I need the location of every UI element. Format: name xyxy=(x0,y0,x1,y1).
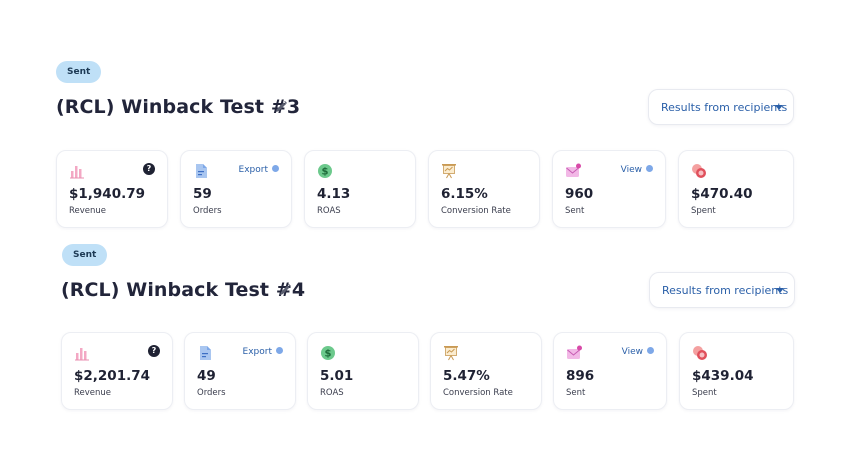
mail-icon xyxy=(567,345,582,359)
metric-card-roas: $ 5.01 ROAS xyxy=(307,332,419,410)
chevron-down-icon xyxy=(776,288,784,293)
status-badge: Sent xyxy=(56,61,102,83)
dollar-coin-icon: $ xyxy=(318,164,332,178)
external-link-icon xyxy=(276,347,283,354)
metric-card-revenue: ? $1,940.79 Revenue xyxy=(56,150,168,228)
presentation-icon xyxy=(442,164,456,179)
export-label: Export xyxy=(242,347,272,357)
svg-text:$: $ xyxy=(325,349,332,360)
document-icon xyxy=(200,346,211,360)
chevron-down-icon xyxy=(775,105,783,110)
export-link[interactable]: Export xyxy=(239,165,279,175)
campaign-title: (RCL) Winback Test #4 xyxy=(61,279,306,301)
metric-value: 49 xyxy=(197,368,216,384)
metric-card-sent: View 960 Sent xyxy=(552,150,666,228)
metric-card-orders: Export 49 Orders xyxy=(184,332,296,410)
metric-card-conversion-rate: 5.47% Conversion Rate xyxy=(430,332,542,410)
metric-card-sent: View 896 Sent xyxy=(553,332,667,410)
dollar-coin-icon: $ xyxy=(321,346,335,360)
metric-value: 6.15% xyxy=(441,186,488,202)
metric-label: Orders xyxy=(193,206,222,216)
bar-chart-icon xyxy=(75,348,89,361)
metric-label: Conversion Rate xyxy=(443,388,513,398)
metric-label: Revenue xyxy=(74,388,112,398)
metric-label: Sent xyxy=(565,206,585,216)
help-icon[interactable]: ? xyxy=(143,163,155,175)
document-icon xyxy=(196,164,207,178)
results-filter-dropdown[interactable]: Results from recipients xyxy=(648,89,794,125)
results-filter-label: Results from recipients xyxy=(662,284,789,297)
view-label: View xyxy=(621,347,643,357)
help-icon[interactable]: ? xyxy=(148,345,160,357)
metric-label: Orders xyxy=(197,388,226,398)
metric-value: 5.47% xyxy=(443,368,490,384)
edit-pencil-icon[interactable] xyxy=(274,100,288,114)
coins-icon xyxy=(693,346,707,360)
external-link-icon xyxy=(646,165,653,172)
external-link-icon xyxy=(272,165,279,172)
metric-card-spent: $439.04 Spent xyxy=(679,332,794,410)
results-filter-label: Results from recipients xyxy=(661,101,788,114)
metric-label: ROAS xyxy=(320,388,344,398)
external-link-icon xyxy=(647,347,654,354)
export-link[interactable]: Export xyxy=(243,347,283,357)
metric-label: Spent xyxy=(692,388,717,398)
view-link[interactable]: View xyxy=(622,347,654,357)
metric-value: 59 xyxy=(193,186,212,202)
mail-icon xyxy=(566,163,581,177)
edit-pencil-icon[interactable] xyxy=(278,283,292,297)
presentation-icon xyxy=(444,346,458,361)
view-link[interactable]: View xyxy=(621,165,653,175)
metric-value: $439.04 xyxy=(692,368,754,384)
metric-card-conversion-rate: 6.15% Conversion Rate xyxy=(428,150,540,228)
metric-value: $1,940.79 xyxy=(69,186,146,202)
metric-label: Sent xyxy=(566,388,586,398)
export-label: Export xyxy=(238,165,268,175)
metric-label: Revenue xyxy=(69,206,107,216)
results-filter-dropdown[interactable]: Results from recipients xyxy=(649,272,795,308)
metric-value: 4.13 xyxy=(317,186,351,202)
metric-card-revenue: ? $2,201.74 Revenue xyxy=(61,332,173,410)
metric-value: 896 xyxy=(566,368,595,384)
metric-label: ROAS xyxy=(317,206,341,216)
metric-card-roas: $ 4.13 ROAS xyxy=(304,150,416,228)
metric-value: 960 xyxy=(565,186,594,202)
status-badge: Sent xyxy=(62,244,108,266)
metric-label: Spent xyxy=(691,206,716,216)
coins-icon xyxy=(692,164,706,178)
metric-value: $470.40 xyxy=(691,186,753,202)
view-label: View xyxy=(620,165,642,175)
svg-text:$: $ xyxy=(322,167,329,178)
campaign-title: (RCL) Winback Test #3 xyxy=(56,96,301,118)
metric-card-orders: Export 59 Orders xyxy=(180,150,292,228)
bar-chart-icon xyxy=(70,166,84,179)
metric-card-spent: $470.40 Spent xyxy=(678,150,794,228)
metric-value: 5.01 xyxy=(320,368,354,384)
metric-value: $2,201.74 xyxy=(74,368,151,384)
metric-label: Conversion Rate xyxy=(441,206,511,216)
